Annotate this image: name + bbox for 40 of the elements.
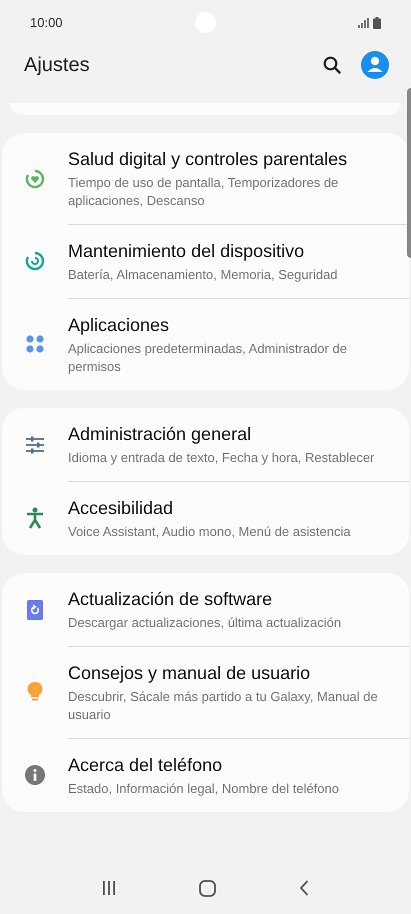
settings-item[interactable]: Consejos y manual de usuario Descubrir, Sácale más partido a tu Galaxy, Manual de usuario (2, 646, 409, 738)
item-title: Consejos y manual de usuario (68, 662, 312, 685)
info-icon (25, 765, 45, 785)
page-title: Ajustes (24, 53, 90, 78)
item-subtitle: Voice Assistant, Audio mono, Menú de asistencia (68, 523, 352, 541)
item-title: Mantenimiento del dispositivo (68, 240, 306, 263)
item-title: Accesibilidad (68, 497, 174, 520)
item-subtitle: Descubrir, Sácale más partido a tu Galaxy, Manual de usuario (68, 688, 379, 724)
settings-item[interactable]: Administración general Idioma y entrada de texto, Fecha y hora, Restablecer (2, 408, 409, 481)
item-title: Acerca del teléfono (68, 754, 224, 777)
signal-icon (358, 18, 369, 28)
item-title: Salud digital y controles parentales (68, 148, 348, 171)
battery-icon (373, 16, 381, 28)
item-subtitle: Tiempo de uso de pantalla, Temporizadores de aplicaciones, Descanso (68, 174, 340, 210)
settings-item[interactable]: Salud digital y controles parentales Tiempo de uso de pantalla, Temporizadores de aplicaciones, Descanso (2, 133, 409, 224)
heart-ring-icon (25, 168, 45, 188)
back-icon[interactable] (299, 880, 310, 896)
item-title: Administración general (68, 423, 252, 446)
settings-item[interactable]: Actualización de software Descargar actualizaciones, última actualización (2, 573, 409, 646)
account-icon[interactable] (361, 51, 389, 79)
sliders-icon (25, 436, 45, 454)
item-subtitle: Descargar actualizaciones, última actualización (68, 614, 342, 632)
update-icon (27, 600, 43, 620)
item-title: Aplicaciones (68, 314, 170, 337)
lightbulb-icon (27, 681, 43, 703)
item-subtitle: Aplicaciones predeterminadas, Administrador de permisos (68, 340, 348, 376)
item-subtitle: Batería, Almacenamiento, Memoria, Seguridad (68, 266, 339, 284)
item-subtitle: Idioma y entrada de texto, Fecha y hora, Restablecer (68, 449, 376, 467)
item-subtitle: Estado, Información legal, Nombre del teléfono (68, 780, 340, 798)
status-time: 10:00 (30, 14, 63, 32)
settings-item[interactable]: Aplicaciones Aplicaciones predeterminadas, Administrador de permisos (2, 298, 409, 390)
search-icon[interactable] (323, 56, 341, 74)
refresh-ring-icon (25, 251, 45, 271)
person-icon (26, 507, 44, 529)
four-dots-icon (25, 334, 45, 354)
settings-item[interactable]: Acerca del teléfono Estado, Información legal, Nombre del teléfono (2, 738, 409, 812)
home-icon[interactable] (198, 880, 216, 896)
item-title: Actualización de software (68, 588, 274, 611)
settings-item[interactable]: Accesibilidad Voice Assistant, Audio mono, Menú de asistencia (2, 481, 409, 555)
recents-icon[interactable] (102, 881, 116, 895)
